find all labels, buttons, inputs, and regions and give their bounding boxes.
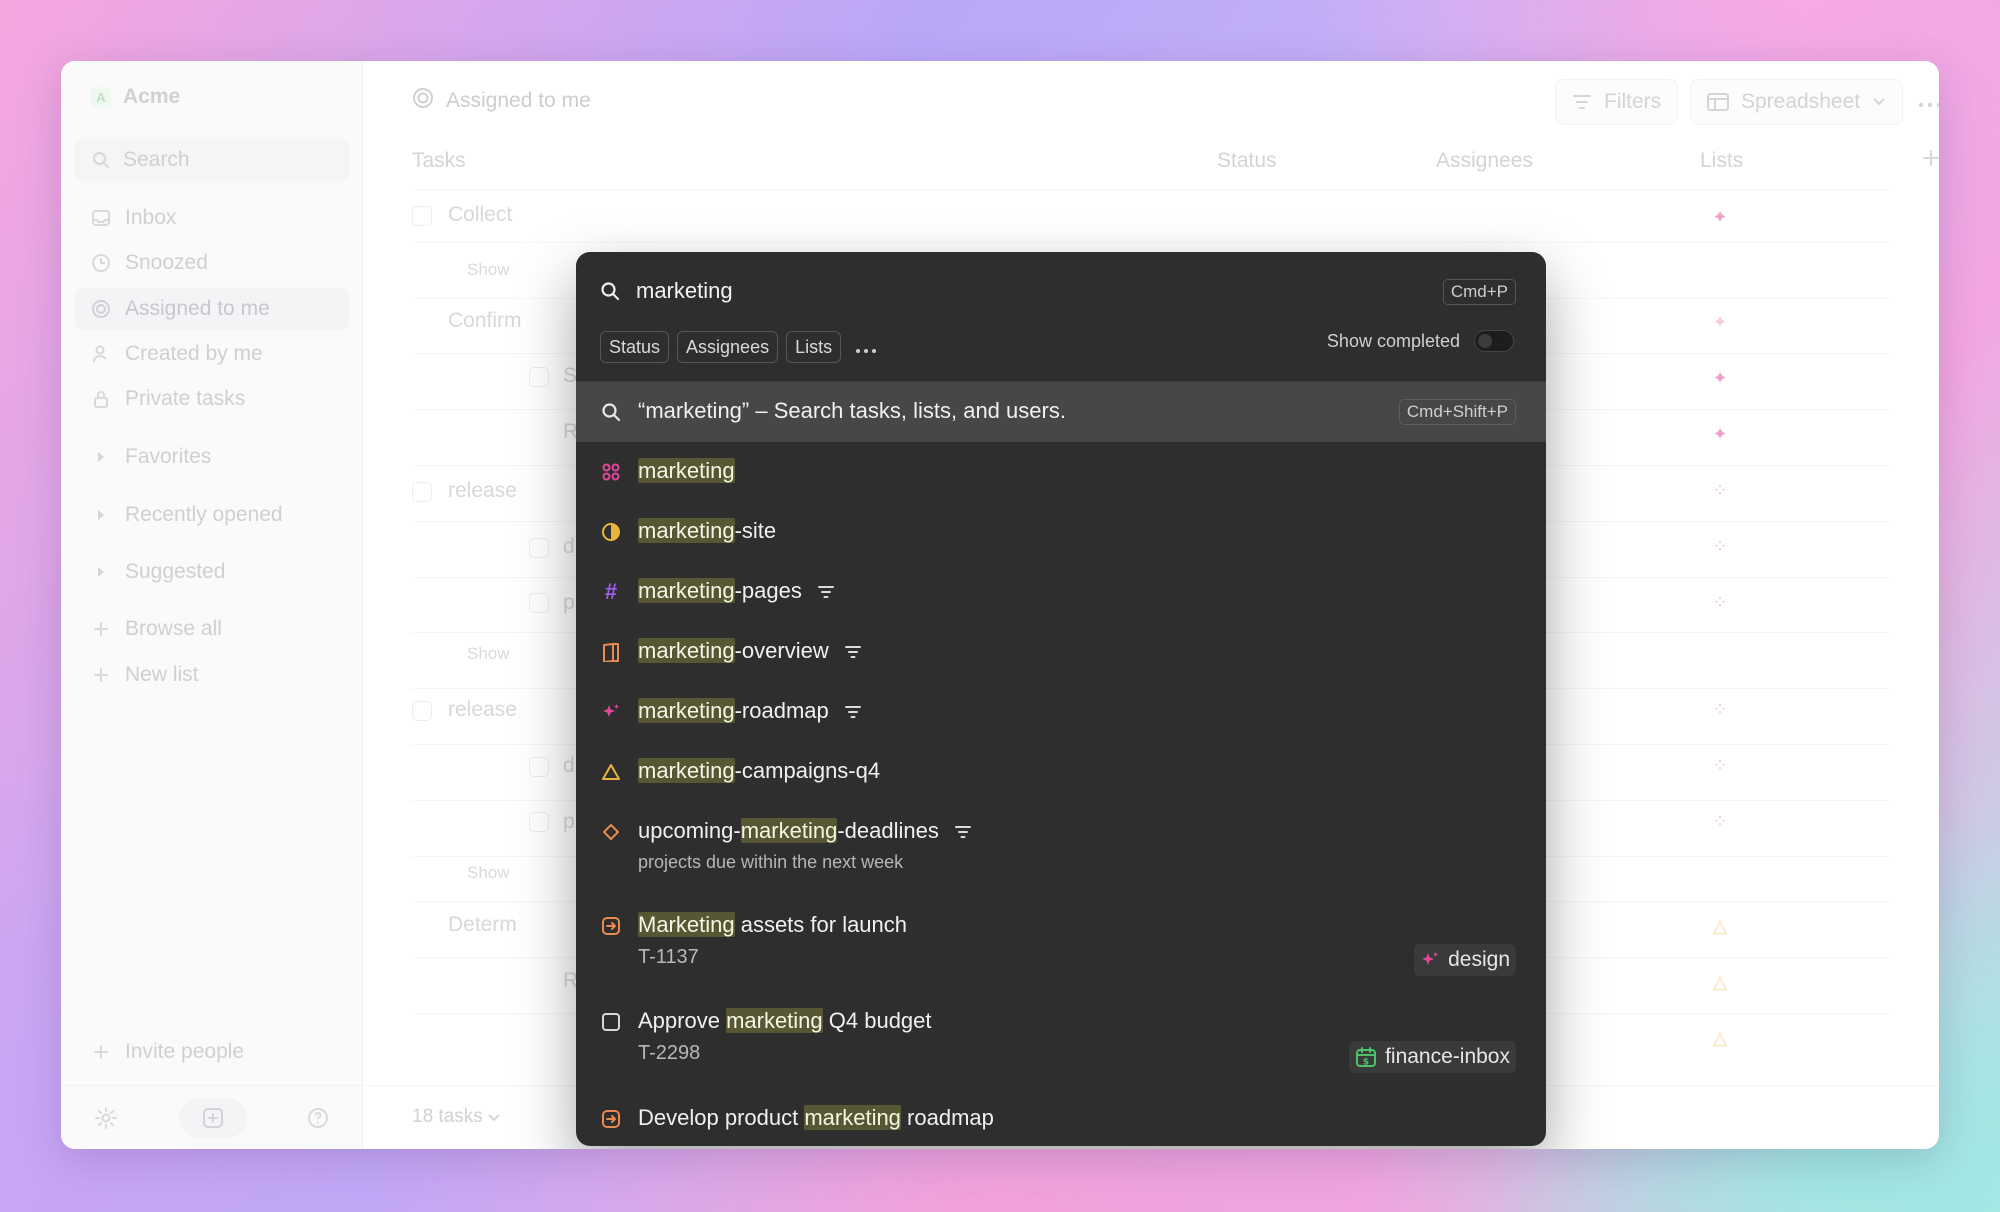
command-palette: marketing Cmd+P Status Assignees Lists S… bbox=[576, 252, 1546, 1146]
list-tag-finance-inbox[interactable]: $ finance-inbox bbox=[1349, 1041, 1516, 1073]
match-highlight: Marketing bbox=[638, 912, 735, 937]
search-icon bbox=[601, 282, 620, 301]
result-suffix: Q4 budget bbox=[822, 1008, 932, 1033]
result-suffix: -pages bbox=[734, 578, 802, 603]
filter-icon bbox=[844, 706, 861, 719]
result-suffix: -deadlines bbox=[837, 818, 939, 843]
result-prefix: Develop product bbox=[638, 1105, 805, 1130]
match-highlight: marketing bbox=[638, 458, 735, 483]
tag-label: finance-inbox bbox=[1385, 1045, 1510, 1068]
result-prefix: upcoming- bbox=[638, 818, 741, 843]
palette-query[interactable]: marketing bbox=[636, 278, 733, 304]
app-window: A Acme Search Inbox Snoozed Assigned to … bbox=[61, 61, 1939, 1149]
match-highlight: marketing bbox=[638, 698, 735, 723]
match-highlight: marketing bbox=[638, 578, 735, 603]
result-suffix: -campaigns-q4 bbox=[734, 758, 881, 783]
chip-assignees[interactable]: Assignees bbox=[677, 331, 779, 363]
triangle-icon bbox=[600, 758, 622, 786]
chip-lists[interactable]: Lists bbox=[786, 331, 842, 363]
match-highlight: marketing bbox=[740, 818, 838, 843]
search-icon bbox=[600, 398, 622, 426]
filter-icon bbox=[844, 646, 861, 659]
result-suffix: -roadmap bbox=[734, 698, 829, 723]
list-tag-design[interactable]: design bbox=[1414, 944, 1516, 976]
filter-chips: Status Assignees Lists bbox=[600, 331, 877, 363]
task-id: T-1137 bbox=[638, 946, 699, 968]
result-suffix: assets for launch bbox=[734, 912, 908, 937]
show-completed-toggle[interactable] bbox=[1474, 330, 1514, 352]
show-completed-label: Show completed bbox=[1326, 330, 1460, 351]
book-icon bbox=[600, 638, 622, 666]
result-task-develop-roadmap[interactable]: Develop product marketing roadmap bbox=[600, 1105, 1516, 1133]
result-suffix: -overview bbox=[734, 638, 829, 663]
hash-icon: # bbox=[604, 579, 618, 604]
result-list-marketing[interactable]: marketing bbox=[600, 458, 1516, 486]
shortcut-hint: Cmd+P bbox=[1442, 279, 1516, 305]
result-list-upcoming-marketing-deadlines[interactable]: upcoming-marketing-deadlines projects du… bbox=[600, 818, 1516, 873]
filter-icon bbox=[818, 586, 834, 599]
svg-text:$: $ bbox=[1363, 1058, 1369, 1068]
result-description: projects due within the next week bbox=[638, 852, 904, 872]
sparkle-icon bbox=[1422, 952, 1439, 965]
result-list-marketing-site[interactable]: marketing-site bbox=[600, 518, 1516, 546]
arrow-right-box-icon bbox=[600, 1105, 622, 1133]
more-filters-button[interactable] bbox=[855, 334, 877, 360]
match-highlight: marketing bbox=[726, 1008, 823, 1033]
sparkle-icon bbox=[600, 698, 622, 726]
more-icon bbox=[856, 349, 877, 353]
result-suffix: roadmap bbox=[900, 1105, 994, 1130]
search-all-shortcut: Cmd+Shift+P bbox=[1398, 399, 1516, 425]
tag-label: design bbox=[1448, 948, 1510, 971]
result-prefix: Approve bbox=[638, 1008, 727, 1033]
calendar-dollar-icon: $ bbox=[1356, 1047, 1377, 1068]
chip-status[interactable]: Status bbox=[600, 331, 670, 363]
result-list-marketing-roadmap[interactable]: marketing-roadmap bbox=[600, 698, 1516, 726]
arrow-right-box-icon bbox=[600, 912, 622, 940]
task-id: T-2298 bbox=[638, 1042, 701, 1064]
result-list-marketing-pages[interactable]: # marketing-pages bbox=[600, 578, 1516, 606]
half-circle-icon bbox=[600, 518, 622, 546]
checkbox-icon bbox=[600, 1008, 622, 1036]
result-task-t-1137[interactable]: Marketing assets for launch T-1137 bbox=[600, 912, 1516, 969]
result-suffix: -site bbox=[734, 518, 777, 543]
grid-icon bbox=[600, 458, 622, 486]
result-list-marketing-overview[interactable]: marketing-overview bbox=[600, 638, 1516, 666]
result-list-marketing-campaigns-q4[interactable]: marketing-campaigns-q4 bbox=[600, 758, 1516, 786]
match-highlight: marketing bbox=[638, 758, 735, 783]
diamond-icon bbox=[600, 818, 622, 846]
match-highlight: marketing bbox=[804, 1105, 901, 1130]
show-completed: Show completed bbox=[1327, 330, 1514, 352]
match-highlight: marketing bbox=[638, 518, 735, 543]
search-all-text: “marketing” – Search tasks, lists, and u… bbox=[638, 398, 1066, 423]
palette-search[interactable]: marketing bbox=[600, 278, 733, 304]
search-all-result[interactable]: “marketing” – Search tasks, lists, and u… bbox=[600, 398, 1516, 426]
filter-icon bbox=[954, 826, 971, 839]
match-highlight: marketing bbox=[638, 638, 735, 663]
